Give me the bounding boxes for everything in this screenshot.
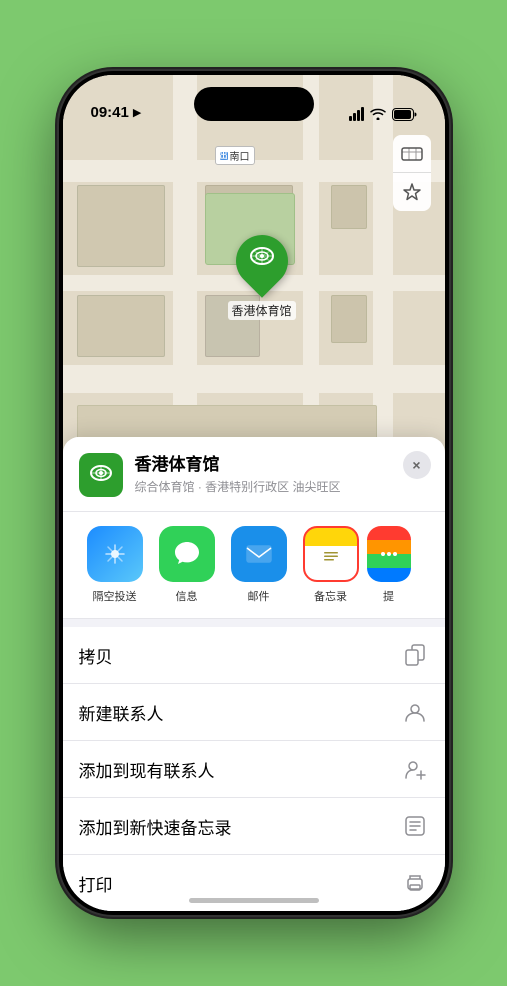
messages-label: 信息 (176, 588, 198, 604)
stadium-pin: 香港体育馆 (228, 235, 296, 320)
map-controls (393, 135, 431, 211)
place-name: 香港体育馆 (135, 455, 429, 475)
map-area: 出 南口 (63, 75, 445, 495)
share-row: 隔空投送 信息 (63, 512, 445, 619)
more-label: 提 (383, 588, 394, 604)
action-new-contact[interactable]: 新建联系人 (63, 684, 445, 741)
notes-icon (303, 526, 359, 582)
dynamic-island (194, 87, 314, 121)
nankou-prefix: 出 (220, 152, 228, 160)
notes-label: 备忘录 (314, 588, 347, 604)
map-type-button[interactable] (393, 135, 431, 173)
airdrop-icon (87, 526, 143, 582)
add-existing-label: 添加到现有联系人 (79, 757, 215, 782)
status-time: 09:41 (91, 104, 129, 121)
battery-icon (392, 108, 417, 121)
airdrop-label: 隔空投送 (93, 588, 137, 604)
share-item-notes[interactable]: 备忘录 (295, 526, 367, 604)
print-label: 打印 (79, 871, 113, 896)
add-existing-icon (401, 755, 429, 783)
action-list: 拷贝 新建联系人 (63, 627, 445, 911)
place-subtitle: 综合体育馆 · 香港特别行政区 油尖旺区 (135, 478, 429, 495)
bottom-sheet: 香港体育馆 综合体育馆 · 香港特别行政区 油尖旺区 × 隔 (63, 437, 445, 911)
close-button[interactable]: × (403, 451, 431, 479)
quick-note-icon (401, 812, 429, 840)
share-item-messages[interactable]: 信息 (151, 526, 223, 604)
print-icon (401, 869, 429, 897)
action-copy[interactable]: 拷贝 (63, 627, 445, 684)
mail-icon (231, 526, 287, 582)
messages-icon (159, 526, 215, 582)
new-contact-icon (401, 698, 429, 726)
copy-icon (401, 641, 429, 669)
action-add-existing[interactable]: 添加到现有联系人 (63, 741, 445, 798)
location-button[interactable] (393, 173, 431, 211)
action-quick-note[interactable]: 添加到新快速备忘录 (63, 798, 445, 855)
map-nankou-label: 出 南口 (215, 146, 255, 165)
new-contact-label: 新建联系人 (79, 700, 164, 725)
wifi-icon (370, 108, 386, 120)
home-indicator (189, 898, 319, 903)
share-item-more[interactable]: 提 (367, 526, 411, 604)
stadium-pin-icon (225, 224, 299, 298)
share-item-airdrop[interactable]: 隔空投送 (79, 526, 151, 604)
share-item-mail[interactable]: 邮件 (223, 526, 295, 604)
phone-screen: 09:41 ▶ (63, 75, 445, 911)
stadium-pin-inner (248, 244, 276, 278)
mail-label: 邮件 (248, 588, 270, 604)
place-icon (79, 453, 123, 497)
place-info: 香港体育馆 综合体育馆 · 香港特别行政区 油尖旺区 (135, 455, 429, 494)
more-icon (367, 526, 411, 582)
location-arrow-icon: ▶ (133, 106, 141, 119)
copy-label: 拷贝 (79, 643, 113, 668)
phone-frame: 09:41 ▶ (59, 71, 449, 915)
status-icons (349, 107, 417, 121)
place-header: 香港体育馆 综合体育馆 · 香港特别行政区 油尖旺区 × (63, 437, 445, 512)
stadium-label: 香港体育馆 (228, 301, 296, 320)
quick-note-label: 添加到新快速备忘录 (79, 814, 232, 839)
signal-icon (349, 107, 364, 121)
